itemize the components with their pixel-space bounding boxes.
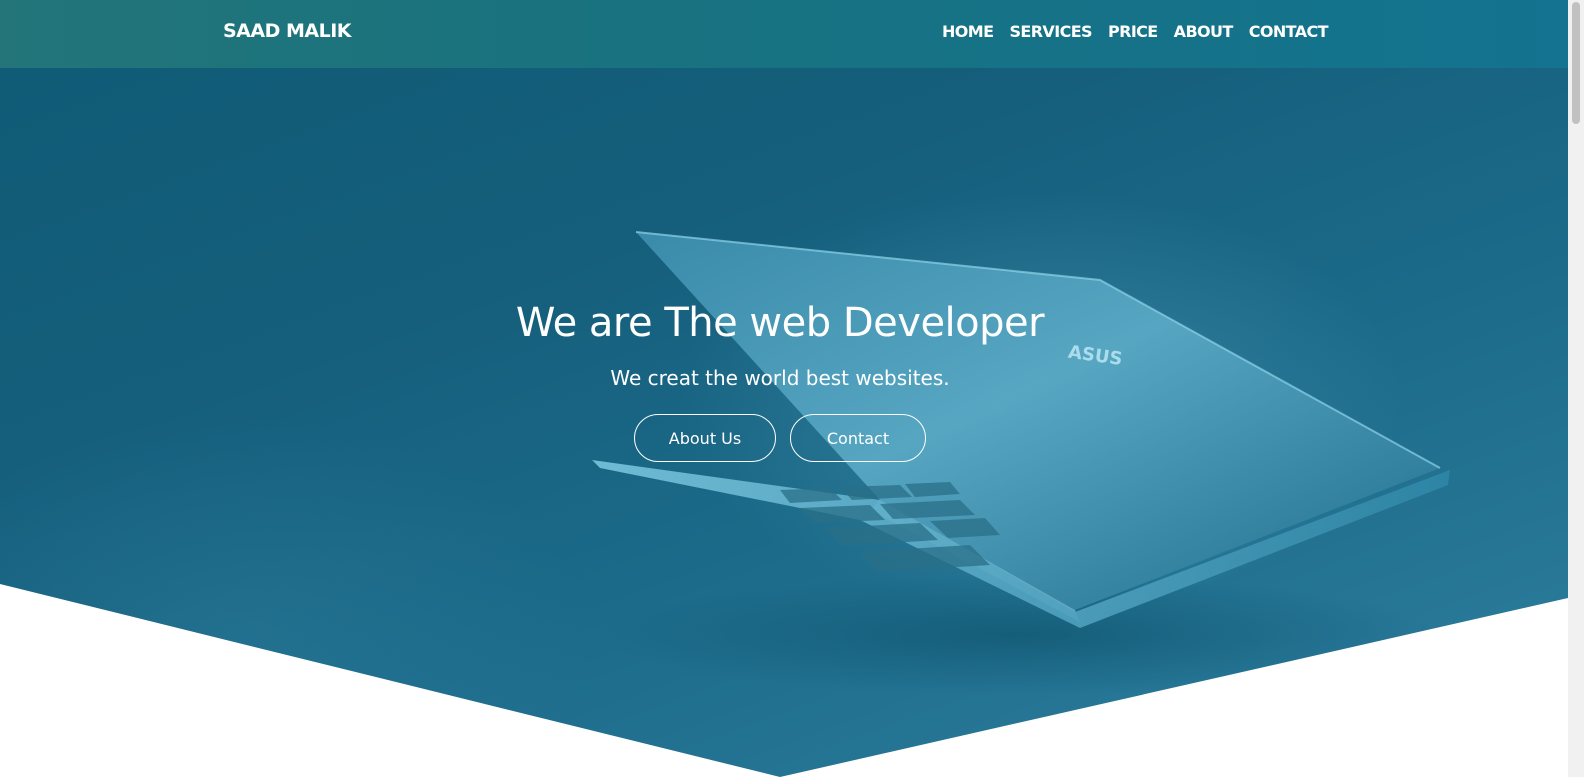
navbar: SAAD MALIK HOME SERVICES PRICE ABOUT CON…: [0, 0, 1568, 68]
nav-item-contact: CONTACT: [1249, 22, 1329, 41]
hero-title: We are The web Developer: [515, 300, 1045, 346]
nav-link-home[interactable]: HOME: [942, 22, 994, 41]
scrollbar-thumb[interactable]: [1572, 2, 1580, 124]
nav-item-home: HOME: [942, 22, 994, 41]
nav-item-price: PRICE: [1108, 22, 1158, 41]
brand-logo[interactable]: SAAD MALIK: [223, 20, 352, 42]
about-us-button[interactable]: About Us: [634, 414, 776, 462]
nav-link-about[interactable]: ABOUT: [1174, 22, 1234, 41]
nav-link-contact[interactable]: CONTACT: [1249, 22, 1329, 41]
nav-links: HOME SERVICES PRICE ABOUT CONTACT: [942, 22, 1329, 41]
page: ASUS SAAD MALIK HOME SERVICES PRICE ABOU…: [0, 0, 1584, 777]
scrollbar[interactable]: [1568, 0, 1584, 777]
contact-button[interactable]: Contact: [790, 414, 926, 462]
nav-item-services: SERVICES: [1009, 22, 1092, 41]
nav-link-services[interactable]: SERVICES: [1009, 22, 1092, 41]
hero-content: We are The web Developer We creat the wo…: [0, 300, 1560, 462]
nav-item-about: ABOUT: [1174, 22, 1234, 41]
hero-buttons: About Us Contact: [634, 414, 926, 462]
nav-link-price[interactable]: PRICE: [1108, 22, 1158, 41]
hero-subtitle: We creat the world best websites.: [610, 366, 950, 390]
